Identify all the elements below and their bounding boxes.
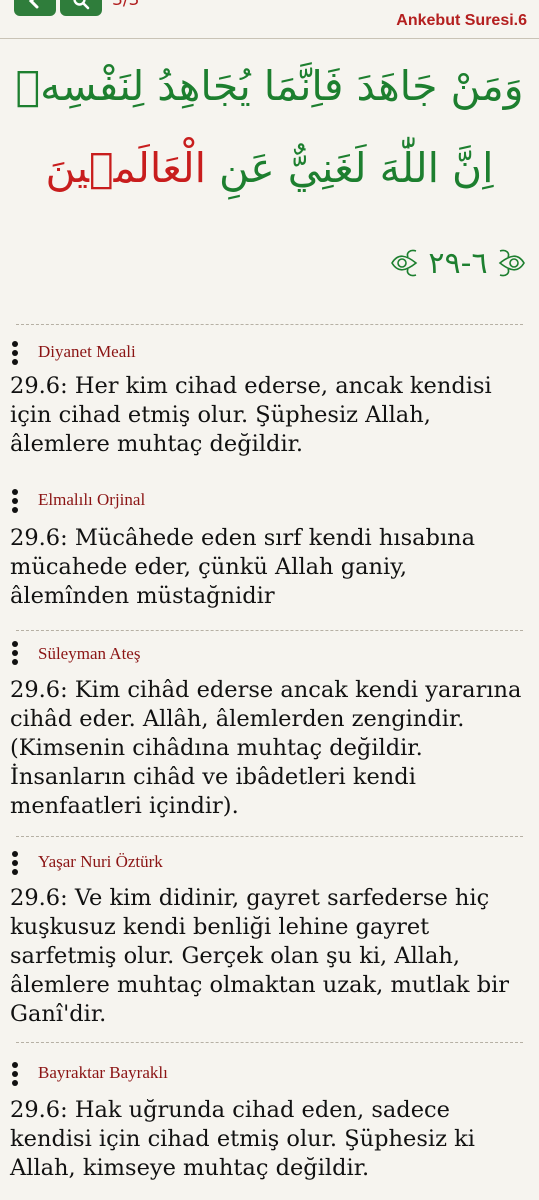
more-options-icon[interactable]: [10, 641, 20, 665]
more-options-icon[interactable]: [10, 489, 20, 513]
ayah-number: ٦-٢٩: [428, 245, 488, 281]
ornament-right-icon: [498, 249, 525, 277]
more-options-icon[interactable]: [10, 341, 20, 365]
translation-text: 29.6: Mücâhede eden sırf kendi hısabına …: [10, 525, 476, 609]
translator-name: Diyanet Meali: [38, 342, 136, 361]
translation-text: 29.6: Ve kim didinir, gayret sarfederse …: [10, 885, 510, 1027]
arabic-verse-line-2-red: الْعَالَم۪ينَ: [45, 144, 206, 192]
search-icon: [73, 0, 90, 10]
translation-text: 29.6: Kim cihâd ederse ancak kendi yarar…: [10, 677, 522, 819]
translator-name: Süleyman Ateş: [38, 644, 141, 663]
translation-text: 29.6: Hak uğrunda cihad eden, sadece ken…: [10, 1097, 475, 1181]
ornament-left-icon: [391, 249, 418, 277]
page-counter: 3/3: [112, 0, 140, 10]
translation-section: Yaşar Nuri Öztürk 29.6: Ve kim didinir, …: [0, 836, 539, 1036]
chevron-left-icon: [28, 0, 39, 9]
top-bar: 3/3 Ankebut Suresi.6: [0, 0, 539, 42]
translation-text: 29.6: Her kim cihad ederse, ancak kendis…: [10, 373, 492, 457]
translation-section: Bayraktar Bayraklı 29.6: Hak uğrunda cih…: [0, 1042, 539, 1200]
translation-section: Elmalılı Orjinal 29.6: Mücâhede eden sır…: [0, 474, 539, 624]
arabic-verse-line-2-green: اِنَّ اللّٰهَ لَغَنِيٌّ عَنِ: [205, 144, 494, 192]
more-options-icon[interactable]: [10, 1062, 20, 1086]
arabic-verse-line-1: وَمَنْ جَاهَدَ فَاِنَّمَا يُجَاهِدُ لِنَ…: [15, 62, 524, 110]
translation-section: Diyanet Meali 29.6: Her kim cihad ederse…: [0, 324, 539, 474]
surah-title: Ankebut Suresi.6: [396, 12, 527, 29]
translator-name: Elmalılı Orjinal: [38, 490, 146, 509]
back-button[interactable]: [14, 0, 56, 16]
section-divider: [16, 1042, 523, 1043]
section-divider: [16, 324, 523, 325]
section-divider: [16, 630, 523, 631]
more-options-icon[interactable]: [10, 851, 20, 875]
header-divider: [0, 38, 539, 39]
translation-section: Süleyman Ateş 29.6: Kim cihâd ederse anc…: [0, 630, 539, 830]
translator-name: Yaşar Nuri Öztürk: [38, 852, 163, 871]
search-button[interactable]: [60, 0, 102, 16]
arabic-verse-line-2: اِنَّ اللّٰهَ لَغَنِيٌّ عَنِ الْعَالَم۪ي…: [0, 144, 539, 192]
section-divider: [16, 836, 523, 837]
translator-name: Bayraktar Bayraklı: [38, 1063, 168, 1082]
ayah-number-marker: ٦-٢٩: [388, 240, 528, 286]
